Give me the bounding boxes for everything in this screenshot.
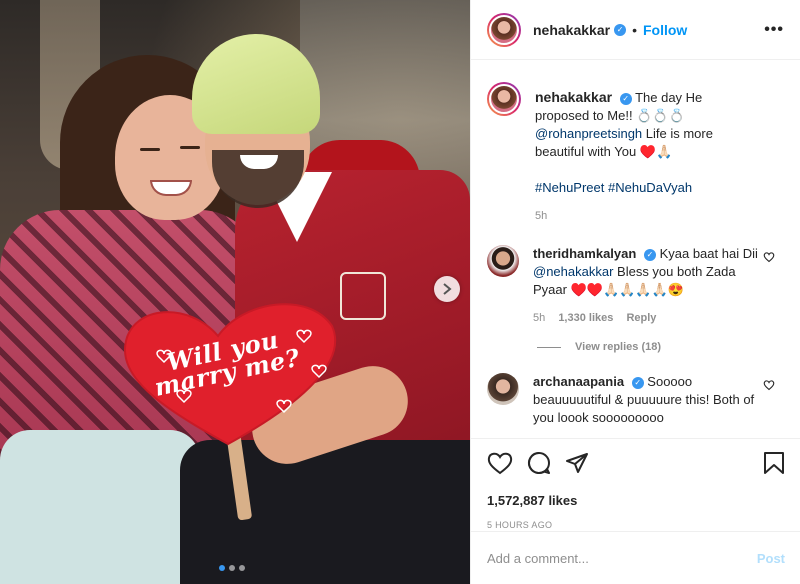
more-options-icon[interactable]: ••• <box>764 21 784 39</box>
comment-text: Kyaa baat hai Dii <box>659 246 758 261</box>
comment-avatar[interactable] <box>487 373 519 405</box>
post-actions: 1,572,887 likes 5 HOURS AGO <box>471 438 800 530</box>
add-comment-input[interactable] <box>487 550 757 566</box>
comment-likes[interactable]: 1,330 likes <box>558 312 613 324</box>
next-photo-button[interactable] <box>434 276 460 302</box>
carousel-dot <box>229 565 235 571</box>
comment-time[interactable]: 5h <box>533 312 545 324</box>
comment-body: theridhamkalyan ✓ Kyaa baat hai Dii @neh… <box>533 245 758 327</box>
chevron-right-icon <box>443 283 452 295</box>
comment-username[interactable]: theridhamkalyan <box>533 246 636 261</box>
header-separator: • <box>632 21 637 38</box>
share-icon[interactable] <box>565 451 589 475</box>
carousel-dot <box>219 565 225 571</box>
action-icons <box>487 449 785 477</box>
view-replies-line <box>537 346 561 348</box>
caption-mention[interactable]: @rohanpreetsingh <box>535 126 642 141</box>
man-pants <box>180 440 470 584</box>
add-comment-bar: Post <box>471 531 800 584</box>
post-header: nehakakkar ✓ • Follow ••• <box>471 0 800 60</box>
view-replies-label: View replies (18) <box>575 341 662 353</box>
comment-icon[interactable] <box>527 451 551 475</box>
woman-eye <box>140 148 160 151</box>
caption-hashtags[interactable]: #NehuPreet #NehuDaVyah <box>535 180 692 195</box>
carousel-dots <box>219 565 245 571</box>
woman-eye <box>180 146 200 149</box>
post-comment-button[interactable]: Post <box>757 551 785 566</box>
author-username[interactable]: nehakakkar <box>533 22 610 38</box>
comment-meta: 5h 1,330 likes Reply <box>533 309 758 327</box>
comment-item: archanaapania ✓ Sooooo beauuuuutiful & p… <box>487 373 785 427</box>
bookmark-icon[interactable] <box>763 451 785 475</box>
post-date[interactable]: 5 HOURS AGO <box>487 520 785 530</box>
woman-outfit <box>0 430 200 584</box>
likes-count[interactable]: 1,572,887 likes <box>487 493 785 508</box>
verified-badge-icon: ✓ <box>631 377 644 389</box>
view-replies-button[interactable]: View replies (18) <box>537 341 785 353</box>
caption: nehakakkar ✓ The day He proposed to Me!!… <box>487 82 785 225</box>
verified-badge-icon: ✓ <box>619 93 632 105</box>
heart-icon[interactable] <box>763 379 775 391</box>
verified-badge-icon: ✓ <box>614 23 627 36</box>
heart-icon[interactable] <box>763 251 775 263</box>
caption-username[interactable]: nehakakkar <box>535 89 612 105</box>
comment-mention[interactable]: @nehakakkar <box>533 264 613 279</box>
comment-username[interactable]: archanaapania <box>533 374 624 389</box>
follow-button[interactable]: Follow <box>643 22 687 38</box>
comment-avatar[interactable] <box>487 245 519 277</box>
verified-badge-icon: ✓ <box>643 249 656 261</box>
like-heart-icon[interactable] <box>487 451 513 475</box>
caption-time[interactable]: 5h <box>535 210 547 222</box>
post-side-panel: nehakakkar ✓ • Follow ••• nehakakkar ✓ T… <box>470 0 800 584</box>
comments-list[interactable]: nehakakkar ✓ The day He proposed to Me!!… <box>471 60 800 438</box>
caption-meta: 5h <box>535 207 760 225</box>
comment-item: theridhamkalyan ✓ Kyaa baat hai Dii @neh… <box>487 245 785 327</box>
reply-button[interactable]: Reply <box>626 312 656 324</box>
caption-body: nehakakkar ✓ The day He proposed to Me!!… <box>535 88 760 225</box>
shirt-logo <box>340 272 386 320</box>
carousel-dot <box>239 565 245 571</box>
comment-body: archanaapania ✓ Sooooo beauuuuutiful & p… <box>533 373 758 427</box>
post-photo[interactable]: Will you marry me? <box>0 0 470 584</box>
caption-avatar[interactable] <box>487 82 521 116</box>
author-avatar[interactable] <box>487 12 521 47</box>
